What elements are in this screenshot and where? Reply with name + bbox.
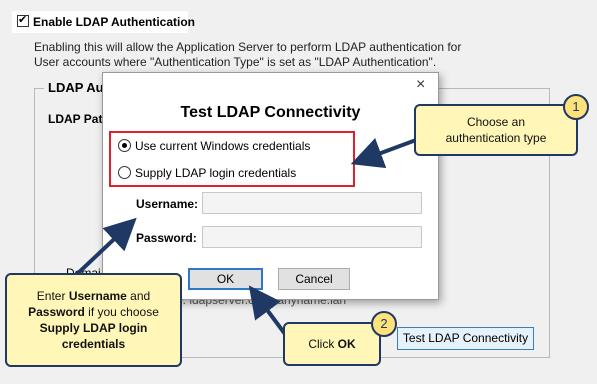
callout-3-l2-post: if you choose (84, 305, 159, 319)
callout-enter-credentials: Enter Username and Password if you choos… (5, 273, 182, 367)
callout-3-l1-bold: Username (68, 289, 127, 303)
callout-1-line-1: Choose an (466, 115, 526, 129)
callout-2-prefix: Click (308, 337, 338, 351)
step-badge-2: 2 (371, 311, 397, 337)
callout-choose-auth: Choose an authentication type (414, 104, 578, 156)
arrow-to-fields (73, 217, 137, 278)
callout-3-l3-bold: Supply LDAP login (39, 321, 148, 335)
callout-1-line-2: authentication type (445, 131, 547, 145)
callout-3-l2-bold: Password (28, 305, 85, 319)
arrow-to-radios (350, 138, 417, 169)
callout-3-l1-pre: Enter (36, 289, 69, 303)
callout-3-l4-bold: credentials (61, 337, 126, 351)
step-badge-1: 1 (563, 94, 589, 120)
callout-click-ok: Click OK (283, 322, 381, 366)
callout-3-l1-post: and (126, 289, 151, 303)
callout-2-ok: OK (337, 337, 356, 351)
